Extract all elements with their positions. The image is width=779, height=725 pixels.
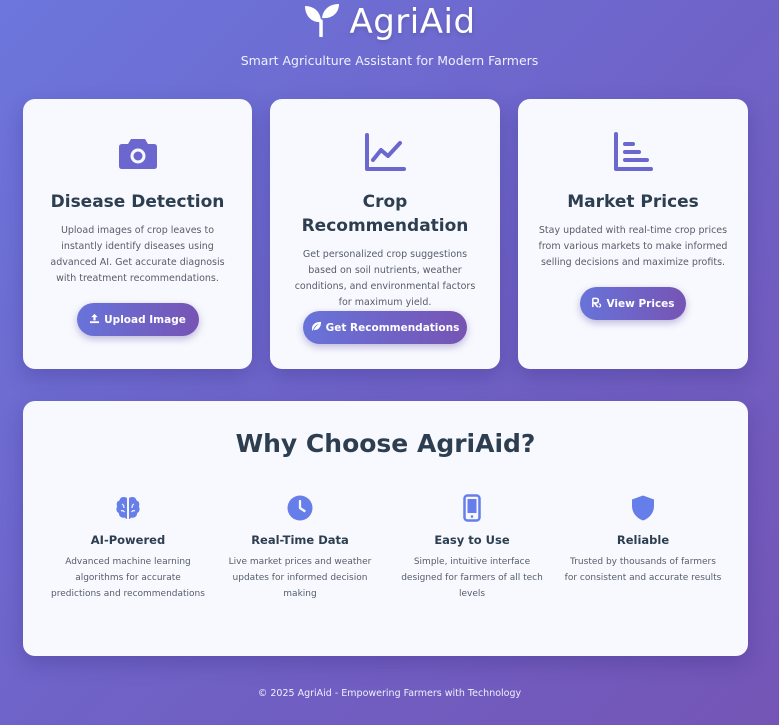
feature-description: Advanced machine learning algorithms for… [51,557,205,599]
feature-title: Easy to Use [434,533,510,547]
camera-icon [23,131,252,175]
feature-description: Live market prices and weather updates f… [228,557,372,599]
clock-icon [215,493,385,523]
feature-title: Reliable [616,533,670,547]
leaf-icon [311,321,322,335]
feature-title: AI-Powered [90,533,166,547]
mobile-icon [387,493,557,523]
shield-icon [558,493,728,523]
upload-image-button[interactable]: Upload Image [76,303,199,336]
button-label: Upload Image [104,313,186,326]
crop-recommendation-card: Crop Recommendation Get personalized cro… [270,99,500,369]
line-chart-icon [270,131,500,175]
rupee-icon [591,297,602,311]
get-recommendations-button[interactable]: Get Recommendations [303,311,467,344]
card-description: Stay updated with real-time crop prices … [538,225,728,268]
section-title: Why Choose AgriAid? [235,429,536,458]
upload-icon [89,313,100,327]
footer-text: © 2025 AgriAid - Empowering Farmers with… [257,688,522,699]
card-description: Upload images of crop leaves to instantl… [50,225,225,284]
feature-description: Simple, intuitive interface designed for… [401,557,543,599]
view-prices-button[interactable]: View Prices [580,287,686,320]
feature-real-time-data: Real-Time Data Live market prices and we… [215,493,385,602]
feature-ai-powered: AI-Powered Advanced machine learning alg… [43,493,213,602]
page-header: AgriAid Smart Agriculture Assistant for … [0,0,779,90]
button-label: View Prices [606,297,675,310]
button-label: Get Recommendations [325,321,460,334]
card-description: Get personalized crop suggestions based … [294,249,476,308]
why-choose-section: Why Choose AgriAid? AI-Powered Advanced … [23,401,748,656]
card-title: Disease Detection [50,192,225,212]
feature-reliable: Reliable Trusted by thousands of farmers… [558,493,728,586]
feature-title: Real-Time Data [251,533,349,547]
app-title: AgriAid [349,2,476,42]
market-prices-card: Market Prices Stay updated with real-tim… [518,99,748,369]
seedling-icon [303,3,341,41]
card-title: Crop Recommendation [301,192,469,236]
bar-chart-icon [518,131,748,175]
card-title: Market Prices [567,192,699,212]
brand[interactable]: AgriAid [0,2,779,42]
tagline: Smart Agriculture Assistant for Modern F… [240,53,539,68]
feature-easy-to-use: Easy to Use Simple, intuitive interface … [387,493,557,602]
feature-description: Trusted by thousands of farmers for cons… [564,557,722,583]
brain-icon [43,493,213,523]
disease-detection-card: Disease Detection Upload images of crop … [23,99,252,369]
